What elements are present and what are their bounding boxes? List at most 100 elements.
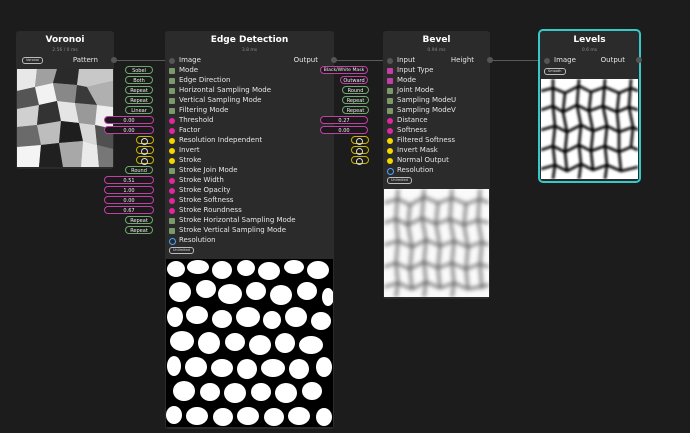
param-label: Stroke Opacity (179, 186, 231, 194)
input-socket-bool[interactable] (169, 158, 175, 164)
param-label: Stroke Width (179, 176, 224, 184)
stroke-toggle[interactable] (136, 156, 154, 165)
input-socket-float[interactable] (169, 178, 175, 184)
input-socket-resolution[interactable] (387, 168, 394, 175)
voronoi-node[interactable]: Voronoi 2.56 / 0 ms Voronoi Pattern (16, 31, 117, 169)
edge-detection-preview (166, 259, 333, 427)
output-socket[interactable] (111, 57, 117, 63)
output-socket[interactable] (331, 57, 337, 63)
input-socket-enum[interactable] (387, 108, 393, 114)
input-socket-image[interactable] (387, 58, 393, 64)
node-tag[interactable]: Unlimited (169, 247, 194, 254)
input-socket-enum[interactable] (387, 88, 393, 94)
input-socket-float[interactable] (169, 118, 175, 124)
input-socket-bool[interactable] (169, 138, 175, 144)
input-socket-enum[interactable] (169, 108, 175, 114)
joint-mode-dropdown[interactable]: Round (342, 86, 369, 94)
input-socket-enum[interactable] (169, 98, 175, 104)
input-label: Image (554, 56, 576, 64)
param-label: Resolution (179, 236, 216, 244)
node-tag[interactable]: Unlimited (387, 177, 412, 184)
sampling-modeu-dropdown[interactable]: Repeat (342, 96, 369, 104)
distance-field[interactable]: 0.27 (320, 116, 368, 124)
param-label: Edge Direction (179, 76, 231, 84)
input-socket-bool[interactable] (387, 148, 393, 154)
toggle-knob (141, 158, 148, 165)
input-socket-float[interactable] (169, 128, 175, 134)
input-socket-enum[interactable] (169, 88, 175, 94)
param-label: Mode (397, 76, 417, 84)
output-label: Output (600, 56, 625, 64)
node-timing: 2.56 / 0 ms (52, 48, 78, 53)
param-label: Softness (397, 126, 427, 134)
param-label: Sampling ModeU (397, 96, 457, 104)
input-socket-enum[interactable] (387, 78, 393, 84)
param-label: Sampling ModeV (397, 106, 456, 114)
input-socket-bool[interactable] (387, 158, 393, 164)
param-label: Filtered Softness (397, 136, 456, 144)
param-label: Factor (179, 126, 201, 134)
horizontal-sampling-dropdown[interactable]: Repeat (125, 86, 153, 94)
resolution-independent-toggle[interactable] (136, 136, 154, 145)
input-socket-enum[interactable] (387, 98, 393, 104)
bevel-node[interactable]: Bevel 0.94 ms Height Input Input Type Mo… (383, 31, 493, 299)
output-socket[interactable] (487, 57, 493, 63)
softness-field[interactable]: 0.00 (320, 126, 368, 134)
param-label: Stroke Join Mode (179, 166, 238, 174)
mode-dropdown[interactable]: Sobel (125, 66, 153, 74)
node-timing: 3.8 ms (241, 48, 258, 53)
normal-output-toggle[interactable] (351, 156, 369, 165)
input-socket-enum[interactable] (169, 68, 175, 74)
input-socket-image[interactable] (169, 58, 175, 64)
input-socket-image[interactable] (544, 58, 550, 64)
param-label: Normal Output (397, 156, 449, 164)
stroke-roundness-field[interactable]: 0.67 (104, 206, 154, 214)
input-socket-bool[interactable] (169, 148, 175, 154)
input-socket-enum[interactable] (169, 78, 175, 84)
edge-direction-dropdown[interactable]: Both (125, 76, 153, 84)
input-socket-float[interactable] (169, 188, 175, 194)
stroke-width-field[interactable]: 0.51 (104, 176, 154, 184)
input-socket-enum[interactable] (169, 168, 175, 174)
node-title: Edge Detection (210, 35, 289, 45)
toggle-knob (141, 148, 148, 155)
filtered-softness-toggle[interactable] (351, 136, 369, 145)
factor-field[interactable]: 0.00 (104, 126, 154, 134)
toggle-knob (356, 138, 363, 145)
stroke-softness-field[interactable]: 0.00 (104, 196, 154, 204)
vertical-sampling-dropdown[interactable]: Repeat (125, 96, 153, 104)
input-socket-float[interactable] (387, 128, 393, 134)
input-socket-float[interactable] (169, 208, 175, 214)
invert-toggle[interactable] (136, 146, 154, 155)
stroke-horizontal-sampling-dropdown[interactable]: Repeat (125, 216, 153, 224)
threshold-field[interactable]: 0.00 (104, 116, 154, 124)
input-socket-enum[interactable] (169, 218, 175, 224)
node-tag[interactable]: Smooth (544, 68, 566, 75)
input-type-dropdown[interactable]: Black/White Mask (320, 66, 368, 74)
param-label: Resolution Independent (179, 136, 263, 144)
invert-mask-toggle[interactable] (351, 146, 369, 155)
param-label: Horizontal Sampling Mode (179, 86, 272, 94)
filtering-mode-dropdown[interactable]: Linear (125, 106, 153, 114)
param-label: Mode (179, 66, 199, 74)
toggle-knob (141, 138, 148, 145)
stroke-opacity-field[interactable]: 1.00 (104, 186, 154, 194)
edge-detection-node[interactable]: Edge Detection 3.8 ms Output Image Mode … (165, 31, 337, 429)
input-socket-resolution[interactable] (169, 238, 176, 245)
input-socket-float[interactable] (169, 198, 175, 204)
input-socket-enum[interactable] (169, 228, 175, 234)
input-socket-enum[interactable] (387, 68, 393, 74)
param-label: Filtering Mode (179, 106, 229, 114)
stroke-join-mode-dropdown[interactable]: Round (125, 166, 153, 174)
node-tag[interactable]: Voronoi (22, 57, 44, 64)
param-label: Joint Mode (397, 86, 434, 94)
levels-node[interactable]: Levels 0.6 ms Image Output Smooth (538, 29, 642, 183)
output-socket[interactable] (636, 57, 642, 63)
toggle-knob (356, 158, 363, 165)
input-socket-bool[interactable] (387, 138, 393, 144)
stroke-vertical-sampling-dropdown[interactable]: Repeat (125, 226, 153, 234)
bevel-mode-dropdown[interactable]: Outward (340, 76, 368, 84)
node-title: Voronoi (45, 35, 85, 45)
sampling-modev-dropdown[interactable]: Repeat (342, 106, 369, 114)
input-socket-float[interactable] (387, 118, 393, 124)
